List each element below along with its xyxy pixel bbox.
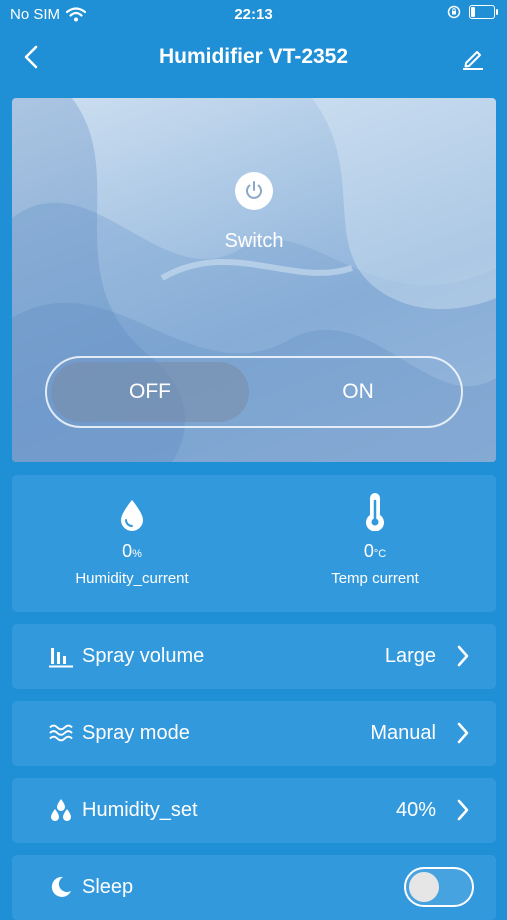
thermometer-icon [366, 493, 384, 531]
power-segmented-control: OFF ON [45, 356, 463, 428]
toggle-knob [409, 872, 439, 902]
switch-label: Switch [224, 230, 284, 252]
temp-unit: °C [373, 548, 387, 560]
battery-icon [469, 5, 498, 19]
status-right [447, 5, 498, 19]
humidity-label: Humidity_current [75, 570, 189, 587]
sleep-label: Sleep [82, 876, 134, 898]
humidity-current: 0% Humidity_current [32, 493, 232, 587]
humidity-value: 0 [122, 541, 133, 561]
humidity-set-label: Humidity_set [82, 799, 198, 821]
status-time: 22:13 [234, 6, 273, 23]
page-title: Humidifier VT-2352 [158, 45, 349, 68]
temp-label: Temp current [331, 570, 419, 587]
chevron-right-icon [457, 799, 469, 821]
chevron-right-icon [457, 645, 469, 667]
moon-icon [51, 876, 71, 897]
power-panel: Switch OFF ON [12, 98, 496, 462]
chevron-right-icon [457, 722, 469, 744]
spray-volume-value: Large [384, 645, 436, 667]
humidity-set-value: 40% [395, 799, 436, 821]
spray-mode-label: Spray mode [82, 722, 190, 744]
temp-current: 0°C Temp current [275, 493, 475, 587]
off-option[interactable]: OFF [51, 362, 249, 422]
drops-icon [51, 799, 71, 821]
nav-bar: Humidifier VT-2352 [0, 30, 507, 86]
sleep-row: Sleep [12, 855, 496, 920]
spray-mode-row[interactable]: Spray mode Manual [12, 701, 496, 766]
waves-icon [49, 724, 73, 742]
spray-volume-label: Spray volume [82, 645, 205, 667]
temp-value: 0 [363, 541, 374, 561]
orientation-lock-icon [447, 5, 461, 19]
edit-pencil-icon[interactable] [461, 46, 485, 70]
status-bar: No SIM 22:13 [0, 0, 507, 30]
water-drop-icon [121, 500, 143, 531]
on-option[interactable]: ON [259, 362, 457, 422]
bar-chart-icon [49, 648, 73, 668]
power-icon [246, 181, 262, 199]
readings-card: 0% Humidity_current 0°C Temp current [12, 475, 496, 612]
sleep-toggle[interactable] [404, 867, 474, 907]
humidity-unit: % [132, 548, 142, 560]
spray-mode-value: Manual [370, 722, 436, 744]
humidity-set-row[interactable]: Humidity_set 40% [12, 778, 496, 843]
spray-volume-row[interactable]: Spray volume Large [12, 624, 496, 689]
power-button[interactable] [235, 172, 273, 210]
